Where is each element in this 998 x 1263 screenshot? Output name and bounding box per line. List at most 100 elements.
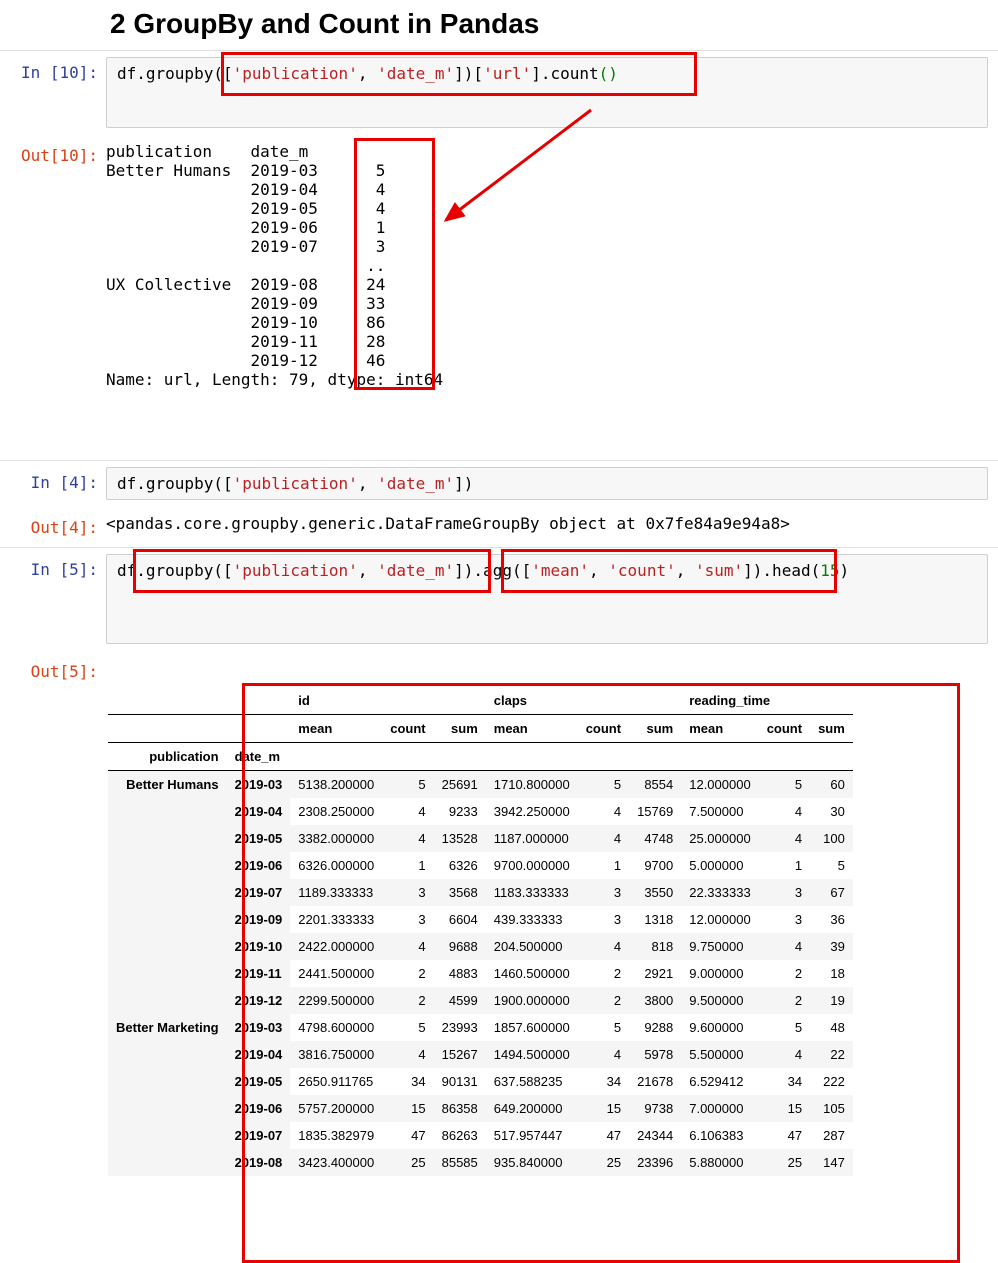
cell: 222	[810, 1068, 853, 1095]
output-5	[106, 656, 988, 666]
col-rt: reading_time	[681, 687, 853, 715]
sub: sum	[629, 715, 681, 743]
output-4: <pandas.core.groupby.generic.DataFrameGr…	[106, 512, 988, 541]
cell: 5.000000	[681, 852, 758, 879]
cell: 12.000000	[681, 906, 758, 933]
cell: 3816.750000	[290, 1041, 382, 1068]
cell: 1835.382979	[290, 1122, 382, 1149]
tok: ([	[213, 561, 232, 580]
cell: 9738	[629, 1095, 681, 1122]
cell: 1710.800000	[486, 771, 578, 799]
cell: 2299.500000	[290, 987, 382, 1014]
cell: 2	[382, 960, 433, 987]
cell-4: In [4]: df.groupby(['publication', 'date…	[0, 460, 998, 547]
tok: ([	[213, 474, 232, 493]
cell: 5.880000	[681, 1149, 758, 1176]
cell: 2	[578, 960, 629, 987]
code-input-5[interactable]: df.groupby(['publication', 'date_m']).ag…	[106, 554, 988, 644]
cell: 2	[578, 987, 629, 1014]
cell: 2921	[629, 960, 681, 987]
cell: 637.588235	[486, 1068, 578, 1095]
table-row: 2019-066326.000000163269700.000000197005…	[108, 852, 853, 879]
tok: df	[117, 64, 136, 83]
cell: 3800	[629, 987, 681, 1014]
cell: 1494.500000	[486, 1041, 578, 1068]
cell: 12.000000	[681, 771, 758, 799]
row-date: 2019-03	[227, 1014, 291, 1041]
tok: .groupby	[136, 561, 213, 580]
tok: .groupby	[136, 64, 213, 83]
cell: 25	[382, 1149, 433, 1176]
row-publication	[108, 798, 227, 825]
tok: (	[811, 561, 821, 580]
table-row: Better Humans2019-035138.200000525691171…	[108, 771, 853, 799]
tok: .head	[762, 561, 810, 580]
cell: 25691	[434, 771, 486, 799]
sub: mean	[486, 715, 578, 743]
table-row: 2019-053382.0000004135281187.00000044748…	[108, 825, 853, 852]
cell: 5	[578, 771, 629, 799]
tok: 'date_m'	[377, 561, 454, 580]
row-publication	[108, 1095, 227, 1122]
cell: 5	[382, 771, 433, 799]
cell: 9233	[434, 798, 486, 825]
cell: 4883	[434, 960, 486, 987]
cell: 47	[382, 1122, 433, 1149]
tok: .agg	[473, 561, 512, 580]
cell: 4	[578, 933, 629, 960]
cell: 4748	[629, 825, 681, 852]
table-row: 2019-112441.500000248831460.500000229219…	[108, 960, 853, 987]
tok: 'publication'	[233, 64, 358, 83]
tok: ([	[213, 64, 232, 83]
code-input-4[interactable]: df.groupby(['publication', 'date_m'])	[106, 467, 988, 500]
table-row: 2019-052650.9117653490131637.58823534216…	[108, 1068, 853, 1095]
cell: 9688	[434, 933, 486, 960]
cell: 3	[578, 906, 629, 933]
out-prompt: Out[4]:	[10, 512, 106, 537]
cell: 25	[759, 1149, 810, 1176]
cell: 6326	[434, 852, 486, 879]
cell: 1	[578, 852, 629, 879]
row-date: 2019-11	[227, 960, 291, 987]
cell: 4798.600000	[290, 1014, 382, 1041]
cell: 90131	[434, 1068, 486, 1095]
tok: 15	[820, 561, 839, 580]
col-claps: claps	[486, 687, 681, 715]
cell: 3423.400000	[290, 1149, 382, 1176]
cell: 517.957447	[486, 1122, 578, 1149]
sub: sum	[810, 715, 853, 743]
cell: 4	[759, 825, 810, 852]
cell: 9.600000	[681, 1014, 758, 1041]
cell: 3	[382, 906, 433, 933]
cell: 3	[578, 879, 629, 906]
cell: 21678	[629, 1068, 681, 1095]
idx-pub: publication	[108, 743, 227, 771]
tok: )	[840, 561, 850, 580]
cell: 3	[382, 879, 433, 906]
cell: 3	[759, 906, 810, 933]
cell: 649.200000	[486, 1095, 578, 1122]
tok: ])	[454, 561, 473, 580]
in-prompt: In [4]:	[10, 467, 106, 492]
cell: 5	[578, 1014, 629, 1041]
tok: ])	[454, 474, 473, 493]
code-input-10[interactable]: df.groupby(['publication', 'date_m'])['u…	[106, 57, 988, 128]
table-row: 2019-042308.250000492333942.250000415769…	[108, 798, 853, 825]
cell: 24344	[629, 1122, 681, 1149]
cell: 6.529412	[681, 1068, 758, 1095]
cell: 100	[810, 825, 853, 852]
row-date: 2019-03	[227, 771, 291, 799]
row-date: 2019-09	[227, 906, 291, 933]
cell: 4	[759, 798, 810, 825]
cell: 47	[759, 1122, 810, 1149]
row-date: 2019-07	[227, 1122, 291, 1149]
cell-10: In [10]: df.groupby(['publication', 'dat…	[0, 50, 998, 460]
in-prompt: In [5]:	[10, 554, 106, 579]
cell: 85585	[434, 1149, 486, 1176]
tok: 'date_m'	[377, 64, 454, 83]
tok: df	[117, 474, 136, 493]
row-date: 2019-06	[227, 852, 291, 879]
sub: mean	[681, 715, 758, 743]
cell: 5	[810, 852, 853, 879]
cell: 4	[578, 1041, 629, 1068]
